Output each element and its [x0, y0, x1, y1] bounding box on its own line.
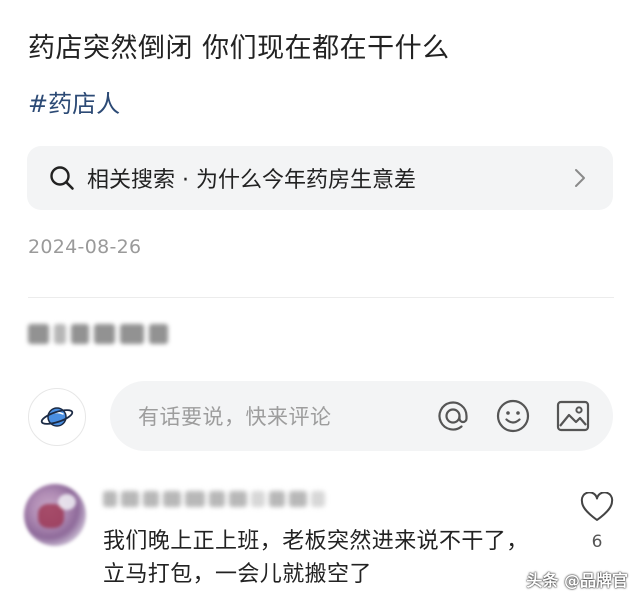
emoji-icon[interactable]	[493, 396, 533, 436]
avatar[interactable]	[24, 484, 86, 546]
article-page: 药店突然倒闭 你们现在都在干什么 #药店人 相关搜索 · 为什么今年药房生意差 …	[0, 0, 640, 602]
at-icon[interactable]	[433, 396, 473, 436]
blurred-username	[103, 484, 333, 514]
publish-date: 2024-08-26	[28, 236, 142, 258]
related-search-text: 相关搜索 · 为什么今年药房生意差	[87, 168, 416, 193]
hashtag-link[interactable]: #药店人	[28, 84, 120, 119]
blurred-comments-header	[28, 318, 168, 350]
like-button[interactable]: 6	[578, 491, 616, 552]
comment-text: 我们晚上正上班，老板突然进来说不干了，立马打包，一会儿就搬空了	[103, 529, 529, 587]
comment-input[interactable]: 有话要说，快来评论	[110, 381, 613, 451]
comment-input-placeholder: 有话要说，快来评论	[138, 405, 332, 429]
like-count: 6	[591, 532, 603, 552]
watermark: 头条 @品牌官	[526, 571, 628, 590]
planet-icon[interactable]	[28, 388, 86, 446]
heart-icon	[580, 491, 614, 526]
section-divider	[28, 297, 614, 298]
chevron-right-icon	[573, 167, 587, 189]
search-icon	[49, 165, 75, 191]
related-search-bar[interactable]: 相关搜索 · 为什么今年药房生意差	[27, 146, 613, 210]
image-icon[interactable]	[553, 396, 593, 436]
page-title: 药店突然倒闭 你们现在都在干什么	[28, 33, 450, 64]
